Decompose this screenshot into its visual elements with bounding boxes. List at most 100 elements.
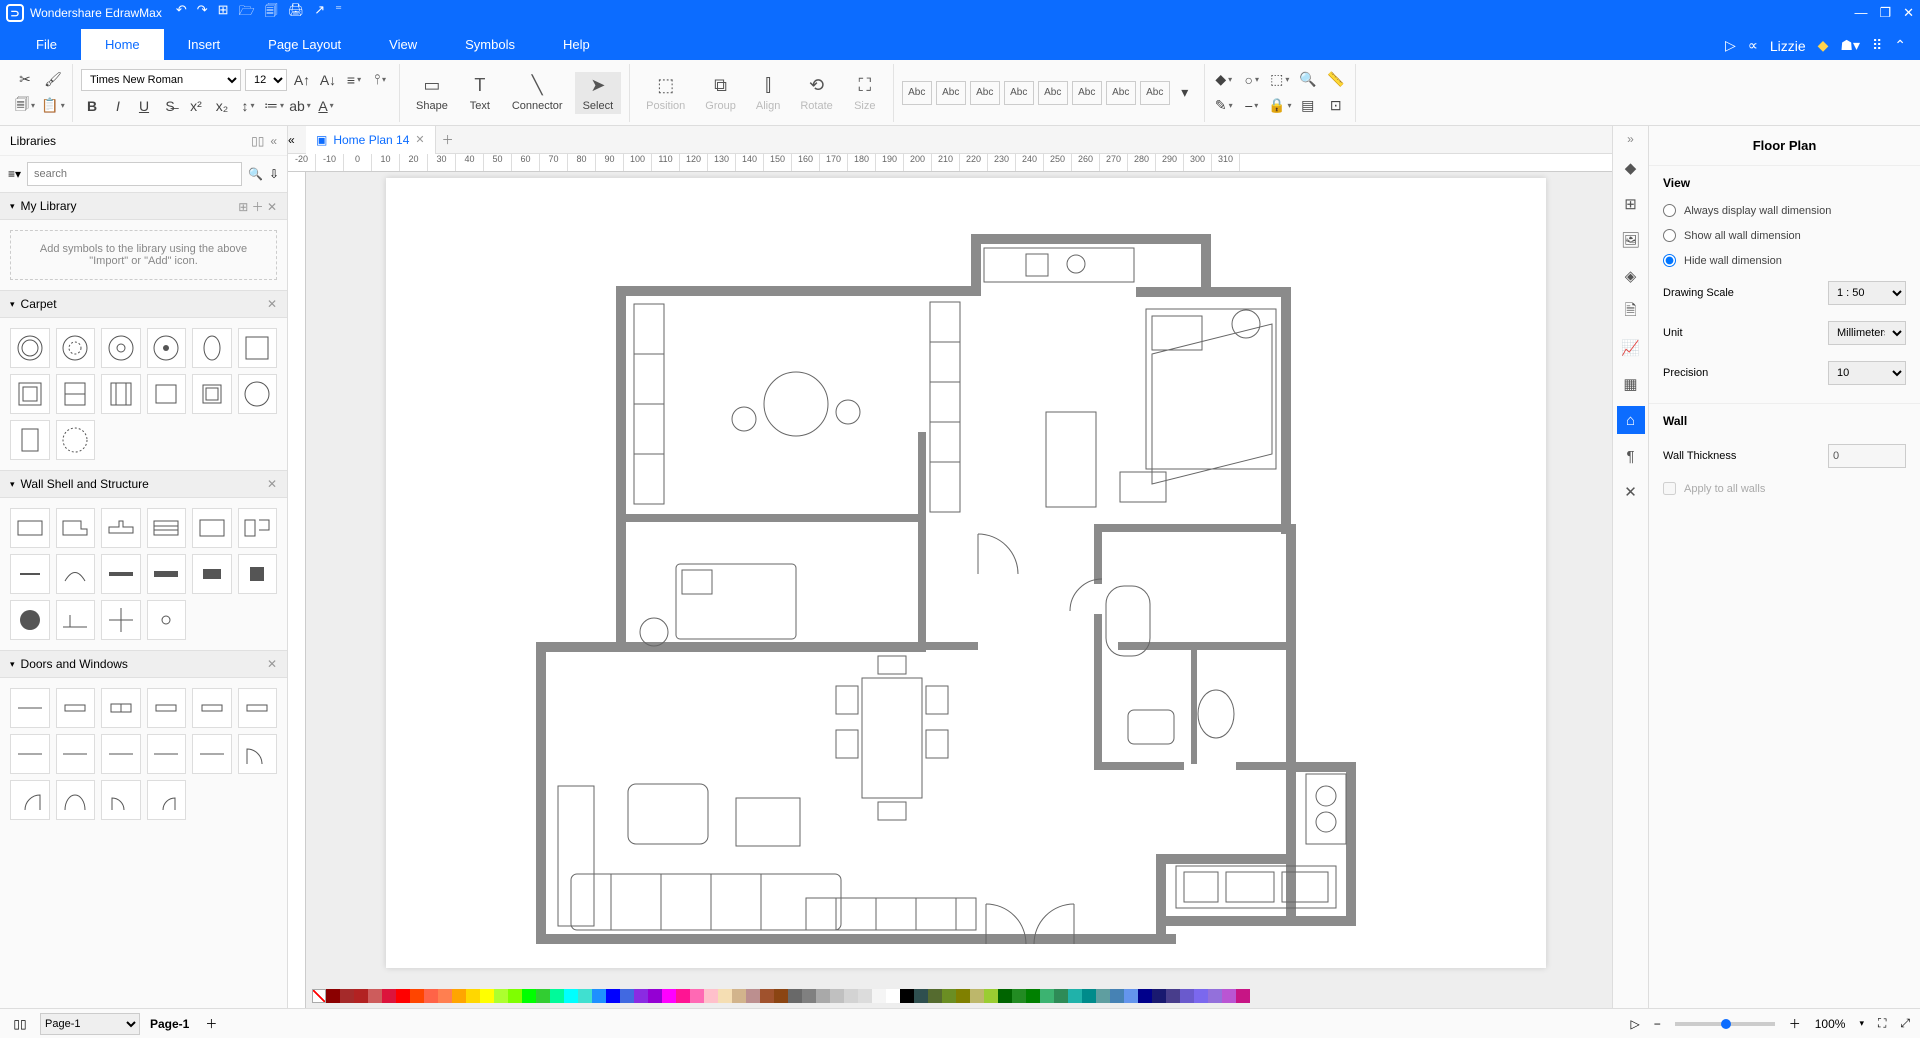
symbol[interactable] [147,600,187,640]
bold-icon[interactable]: B [81,95,103,117]
close-tab-icon[interactable]: ✕ [415,133,424,146]
align-v-icon[interactable]: ⫯ [369,69,391,91]
lib-layout-icon[interactable]: ▯▯ [251,134,264,148]
layers-icon[interactable]: ▤ [1297,95,1319,117]
font-size-select[interactable]: 12 [245,69,287,91]
symbol[interactable] [192,508,232,548]
symbol[interactable] [56,734,96,774]
symbol[interactable] [192,374,232,414]
cut-icon[interactable]: ✂ [14,69,36,91]
grid-panel-icon[interactable]: ⊞ [1617,190,1645,218]
symbol[interactable] [10,508,50,548]
document-tab[interactable]: ▣ Home Plan 14 ✕ [306,126,436,154]
super-icon[interactable]: x² [185,95,207,117]
symbol[interactable] [101,734,141,774]
style-3[interactable]: Abc [970,81,1000,105]
page-panel-icon[interactable]: 🗎 [1617,298,1645,326]
share-icon[interactable]: ∝ [1748,37,1758,54]
style-7[interactable]: Abc [1106,81,1136,105]
gift-icon[interactable]: ☗▾ [1840,37,1860,54]
font-grow-icon[interactable]: A↑ [291,69,313,91]
lock-icon[interactable]: 🔒 [1269,95,1291,117]
redo-icon[interactable]: ↷ [197,2,208,24]
search-icon[interactable]: 🔍 [248,167,263,181]
symbol[interactable] [238,508,278,548]
radio-hide[interactable]: Hide wall dimension [1663,248,1906,273]
symbol[interactable] [147,734,187,774]
image-panel-icon[interactable]: 🖼 [1617,226,1645,254]
styles-more-icon[interactable]: ▾ [1174,82,1196,104]
front-icon[interactable]: ⬚ [1269,69,1291,91]
zoom-value[interactable]: 100% [1815,1017,1846,1031]
section-doors[interactable]: Doors and Windows✕ [0,650,287,678]
symbol[interactable] [101,780,141,820]
bullets-icon[interactable]: ≔ [263,95,285,117]
style-5[interactable]: Abc [1038,81,1068,105]
lib-list-icon[interactable]: ≡▾ [8,167,21,181]
color-swatches[interactable] [308,986,1614,1006]
tab-view[interactable]: View [365,29,441,60]
maximize-icon[interactable]: ❐ [1879,5,1891,21]
premium-icon[interactable]: ◆ [1818,37,1829,54]
symbol[interactable] [238,328,278,368]
symbol[interactable] [192,688,232,728]
symbol[interactable] [10,600,50,640]
shape-tool[interactable]: ▭Shape [408,72,456,114]
symbol[interactable] [10,734,50,774]
symbol[interactable] [238,734,278,774]
symbol[interactable] [101,600,141,640]
collapse-ribbon-icon[interactable]: ⌃ [1894,37,1906,54]
style-6[interactable]: Abc [1072,81,1102,105]
add-tab-icon[interactable]: ＋ [442,131,454,148]
fill-panel-icon[interactable]: ◆ [1617,154,1645,182]
tab-file[interactable]: File [12,29,81,60]
symbol[interactable] [56,508,96,548]
focus-icon[interactable]: ⊡ [1325,95,1347,117]
lib-download-icon[interactable]: ⇩ [269,167,279,181]
symbol[interactable] [147,780,187,820]
symbol[interactable] [192,328,232,368]
font-color-icon[interactable]: A [315,95,337,117]
symbol[interactable] [56,328,96,368]
align-tool[interactable]: ⫿Align [748,72,788,114]
page-name[interactable]: Page-1 [150,1017,189,1031]
add-page-icon[interactable]: ＋ [201,1014,221,1034]
line-icon[interactable]: ✎ [1213,95,1235,117]
style-2[interactable]: Abc [936,81,966,105]
new-icon[interactable]: ⊞ [218,2,229,24]
symbol[interactable] [101,688,141,728]
section-carpet[interactable]: Carpet✕ [0,290,287,318]
precision-select[interactable]: 10 [1828,361,1906,385]
export-icon[interactable]: ↗ [314,2,325,24]
underline-icon[interactable]: U [133,95,155,117]
collapse-left-icon[interactable]: « [288,133,306,147]
present-icon[interactable]: ▷ [1630,1017,1639,1031]
paste-icon[interactable]: 📋 [42,95,64,117]
style-1[interactable]: Abc [902,81,932,105]
group-tool[interactable]: ⧉Group [697,72,744,114]
shape-ops-icon[interactable]: ○ [1241,69,1263,91]
symbol[interactable] [10,420,50,460]
fit-icon[interactable]: ⛶ [1878,1016,1886,1031]
style-8[interactable]: Abc [1140,81,1170,105]
symbol[interactable] [147,508,187,548]
symbol[interactable] [10,374,50,414]
copy-icon[interactable]: 🗐 [14,95,36,117]
user-name[interactable]: Lizzie [1770,38,1806,54]
text-tool[interactable]: TText [460,72,500,114]
symbol[interactable] [101,554,141,594]
sub-icon[interactable]: x₂ [211,95,233,117]
radio-show[interactable]: Show all wall dimension [1663,223,1906,248]
symbol[interactable] [101,374,141,414]
symbol[interactable] [10,780,50,820]
spacing-icon[interactable]: ↕ [237,95,259,117]
pages-icon[interactable]: ▯▯ [10,1014,30,1034]
ruler-icon[interactable]: 📏 [1325,69,1347,91]
canvas[interactable] [306,172,1612,1038]
symbol[interactable] [238,554,278,594]
section-wall[interactable]: Wall Shell and Structure✕ [0,470,287,498]
close-icon[interactable]: ✕ [1903,5,1914,21]
save-icon[interactable]: 🗐 [265,2,278,24]
symbol[interactable] [56,420,96,460]
symbol[interactable] [10,554,50,594]
